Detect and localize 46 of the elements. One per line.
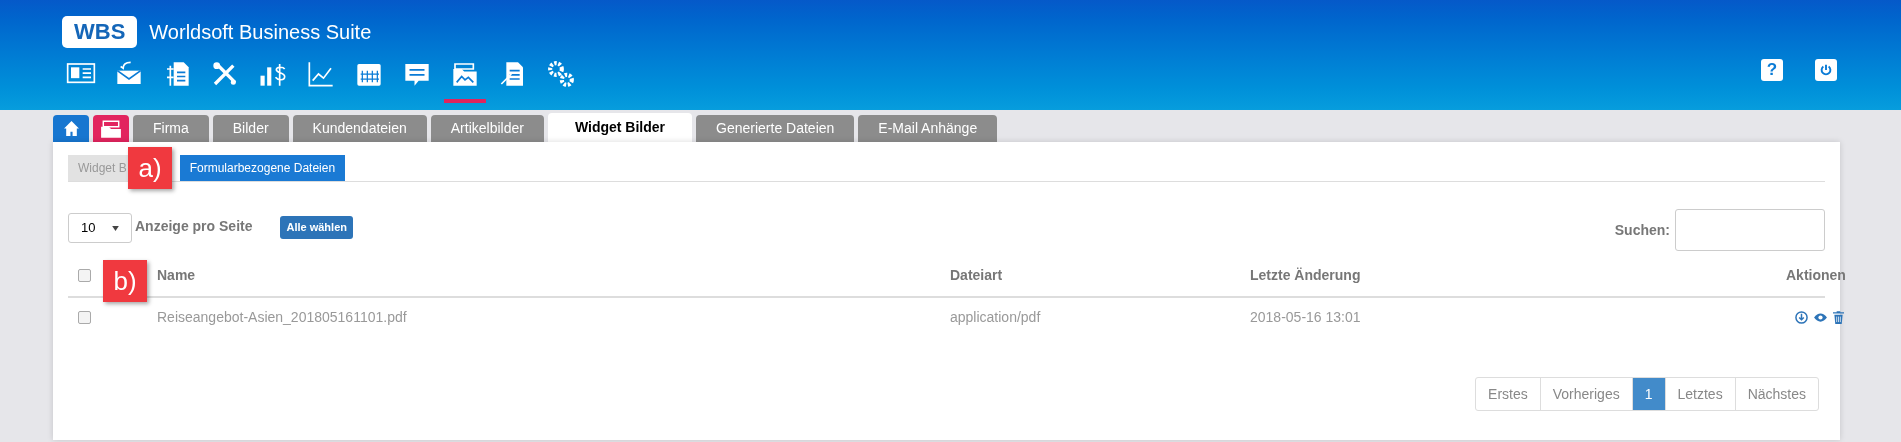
column-header: Name — [157, 267, 196, 283]
power-icon — [1819, 63, 1833, 77]
table-cell: Reiseangebot-Asien_201805161101.pdf — [157, 309, 407, 325]
column-header: Aktionen — [1786, 267, 1846, 283]
eye-icon[interactable] — [1813, 311, 1828, 323]
checkbox[interactable] — [78, 268, 91, 282]
home-tab[interactable] — [53, 115, 89, 142]
page-button[interactable]: Vorheriges — [1539, 378, 1632, 410]
tab[interactable]: E-Mail Anhänge — [858, 115, 998, 142]
help-button[interactable]: ? — [1761, 59, 1783, 81]
column-header: Dateiart — [950, 267, 1003, 283]
page-size-label: Anzeige pro Seite — [135, 217, 253, 236]
tab[interactable]: Firma — [133, 115, 209, 142]
caret-icon — [112, 225, 119, 231]
select-all-button[interactable]: Alle wählen — [280, 216, 353, 239]
tab[interactable]: Bilder — [212, 115, 289, 142]
app-title: Worldsoft Business Suite — [149, 19, 372, 45]
page-button[interactable]: Letztes — [1664, 378, 1735, 410]
table-cell-text: application/pdf — [950, 307, 1042, 327]
trash-icon[interactable] — [1833, 310, 1844, 324]
page-button[interactable]: 1 — [1631, 378, 1665, 410]
images-tab[interactable] — [93, 115, 129, 142]
annotation-label: a) — [128, 147, 172, 189]
annotation-label: b) — [103, 260, 147, 302]
tab[interactable]: Artikelbilder — [430, 115, 544, 142]
active-indicator — [444, 99, 486, 103]
column-header: Letzte Änderung — [1250, 267, 1361, 283]
search-field[interactable] — [1675, 209, 1825, 251]
tab[interactable]: Kundendateien — [292, 115, 427, 142]
line-chart-icon[interactable] — [306, 59, 336, 89]
folder-icon — [100, 118, 122, 139]
page-button[interactable]: Nächstes — [1734, 378, 1818, 410]
page-button[interactable]: Erstes — [1476, 378, 1540, 410]
subtab[interactable]: Widget B — [68, 155, 131, 181]
subtab[interactable]: Formularbezogene Dateien — [179, 155, 346, 181]
page-size-select[interactable]: 10 — [68, 213, 132, 243]
logo: WBS — [62, 15, 138, 48]
tab[interactable]: Generierte Dateien — [696, 115, 855, 142]
table-cell-text: 2018-05-16 13:01 — [1250, 307, 1362, 327]
search-label: Suchen: — [1614, 220, 1670, 240]
checkbox[interactable] — [78, 310, 91, 324]
tab[interactable]: Widget Bilder — [547, 113, 693, 142]
download-icon[interactable] — [1795, 310, 1808, 324]
home-icon — [62, 120, 80, 137]
gears-icon[interactable] — [546, 59, 576, 89]
power-button[interactable] — [1815, 59, 1837, 81]
